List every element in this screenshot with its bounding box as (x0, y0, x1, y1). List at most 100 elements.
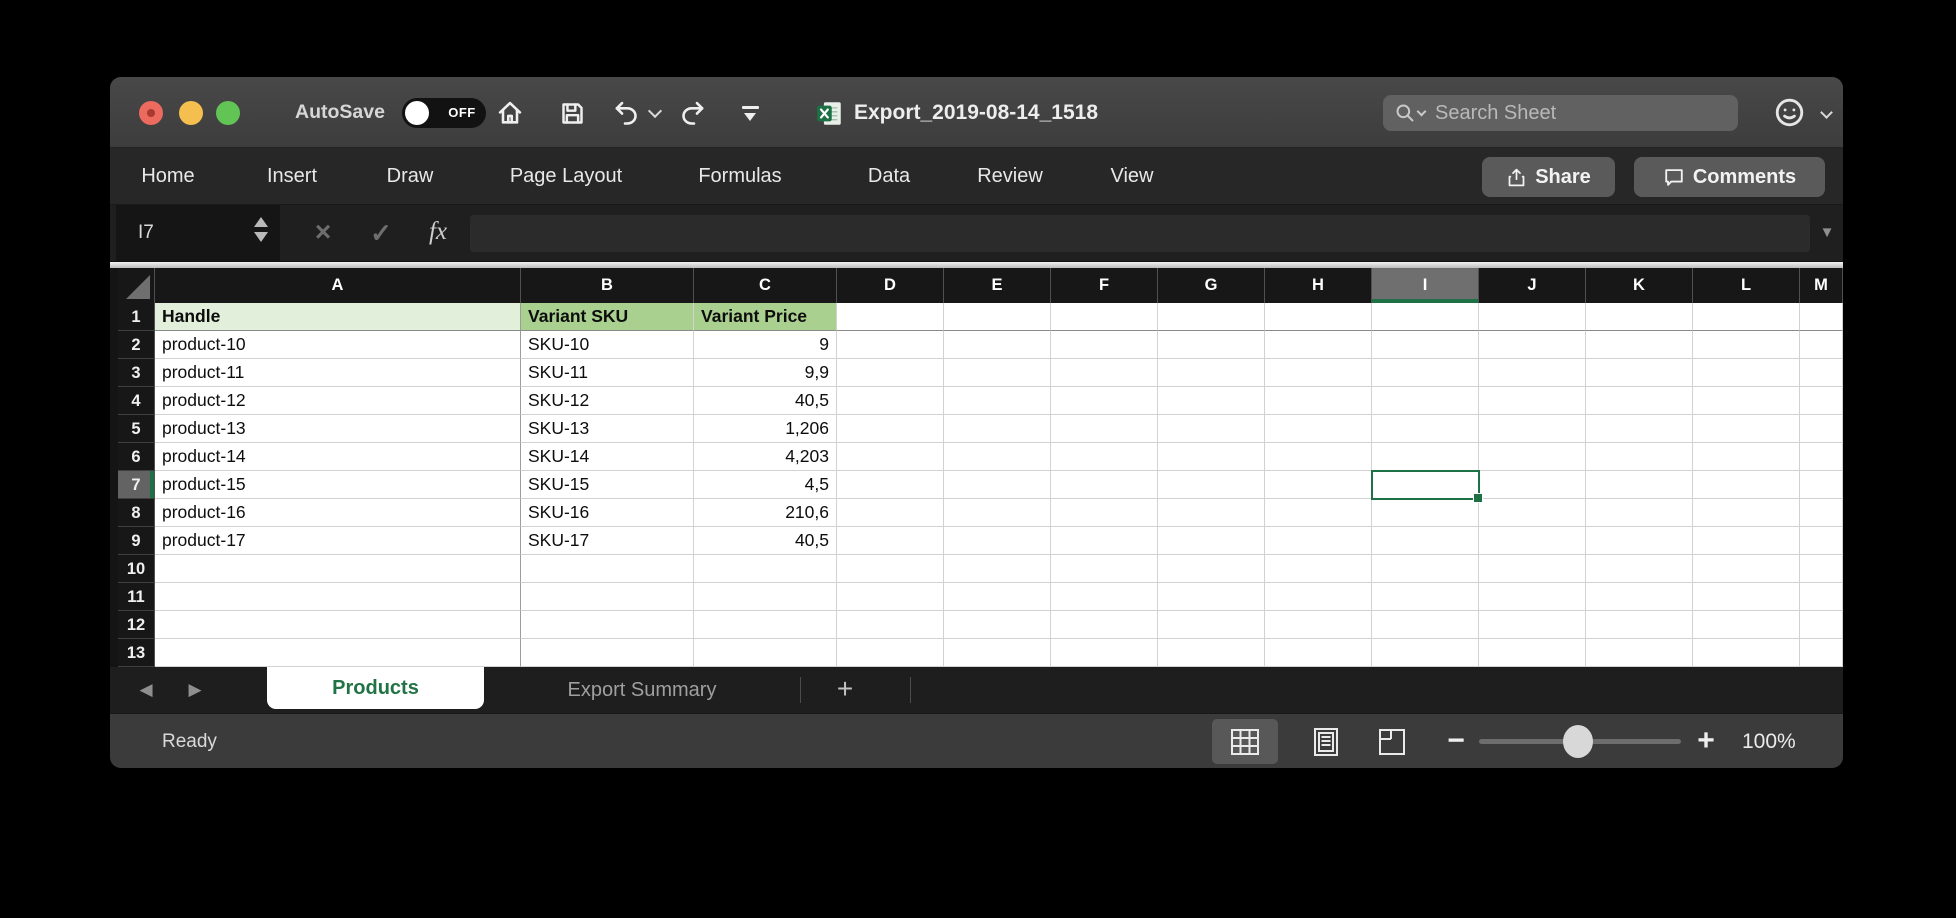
tab-home[interactable]: Home (141, 148, 194, 205)
cell-L5[interactable] (1693, 415, 1800, 443)
cell-A4[interactable]: product-12 (155, 387, 521, 415)
row-header-11[interactable]: 11 (118, 583, 155, 611)
cell-I5[interactable] (1372, 415, 1479, 443)
tab-review[interactable]: Review (977, 148, 1043, 205)
cell-J11[interactable] (1479, 583, 1586, 611)
cell-J1[interactable] (1479, 303, 1586, 331)
close-button[interactable] (139, 101, 163, 125)
cell-J8[interactable] (1479, 499, 1586, 527)
cell-J10[interactable] (1479, 555, 1586, 583)
more-commands-icon[interactable] (734, 97, 766, 129)
redo-icon[interactable] (678, 97, 710, 129)
cell-H13[interactable] (1265, 639, 1372, 667)
cell-C11[interactable] (694, 583, 837, 611)
row-header-6[interactable]: 6 (118, 443, 155, 471)
cell-G13[interactable] (1158, 639, 1265, 667)
cell-B9[interactable]: SKU-17 (521, 527, 694, 555)
cell-D13[interactable] (837, 639, 944, 667)
column-header-J[interactable]: J (1479, 268, 1586, 303)
cell-K5[interactable] (1586, 415, 1693, 443)
cell-L9[interactable] (1693, 527, 1800, 555)
cell-J2[interactable] (1479, 331, 1586, 359)
sheet-tab-export-summary[interactable]: Export Summary (484, 667, 800, 713)
cell-H5[interactable] (1265, 415, 1372, 443)
cell-H3[interactable] (1265, 359, 1372, 387)
cell-D10[interactable] (837, 555, 944, 583)
cell-K12[interactable] (1586, 611, 1693, 639)
cell-G7[interactable] (1158, 471, 1265, 499)
cell-L10[interactable] (1693, 555, 1800, 583)
cell-L4[interactable] (1693, 387, 1800, 415)
cell-E13[interactable] (944, 639, 1051, 667)
cell-H7[interactable] (1265, 471, 1372, 499)
cell-G1[interactable] (1158, 303, 1265, 331)
cell-C7[interactable]: 4,5 (694, 471, 837, 499)
cell-L8[interactable] (1693, 499, 1800, 527)
cell-G3[interactable] (1158, 359, 1265, 387)
tab-draw[interactable]: Draw (387, 148, 434, 205)
undo-menu-chevron-icon[interactable] (646, 97, 664, 129)
cell-J3[interactable] (1479, 359, 1586, 387)
cell-M11[interactable] (1800, 583, 1843, 611)
column-header-E[interactable]: E (944, 268, 1051, 303)
cell-M3[interactable] (1800, 359, 1843, 387)
column-header-A[interactable]: A (155, 268, 521, 303)
cell-M12[interactable] (1800, 611, 1843, 639)
cell-E6[interactable] (944, 443, 1051, 471)
tab-insert[interactable]: Insert (267, 148, 317, 205)
comments-button[interactable]: Comments (1634, 157, 1825, 197)
cell-C13[interactable] (694, 639, 837, 667)
row-header-10[interactable]: 10 (118, 555, 155, 583)
cell-M9[interactable] (1800, 527, 1843, 555)
cell-H9[interactable] (1265, 527, 1372, 555)
cell-F5[interactable] (1051, 415, 1158, 443)
cell-I12[interactable] (1372, 611, 1479, 639)
row-header-13[interactable]: 13 (118, 639, 155, 667)
cell-K13[interactable] (1586, 639, 1693, 667)
cell-I9[interactable] (1372, 527, 1479, 555)
cell-G5[interactable] (1158, 415, 1265, 443)
cell-B6[interactable]: SKU-14 (521, 443, 694, 471)
cell-H11[interactable] (1265, 583, 1372, 611)
cell-A2[interactable]: product-10 (155, 331, 521, 359)
name-box[interactable]: I7 (116, 205, 280, 261)
undo-icon[interactable] (609, 97, 641, 129)
cell-M5[interactable] (1800, 415, 1843, 443)
row-header-2[interactable]: 2 (118, 331, 155, 359)
add-sheet-button[interactable]: + (820, 667, 870, 713)
cell-H8[interactable] (1265, 499, 1372, 527)
cell-D8[interactable] (837, 499, 944, 527)
cell-M1[interactable] (1800, 303, 1843, 331)
cell-J9[interactable] (1479, 527, 1586, 555)
cell-F4[interactable] (1051, 387, 1158, 415)
cell-K3[interactable] (1586, 359, 1693, 387)
cell-D3[interactable] (837, 359, 944, 387)
cell-I8[interactable] (1372, 499, 1479, 527)
column-header-C[interactable]: C (694, 268, 837, 303)
cell-J5[interactable] (1479, 415, 1586, 443)
zoom-out-button[interactable]: − (1440, 714, 1472, 768)
cell-E7[interactable] (944, 471, 1051, 499)
cell-I10[interactable] (1372, 555, 1479, 583)
column-header-K[interactable]: K (1586, 268, 1693, 303)
cell-D4[interactable] (837, 387, 944, 415)
cell-L1[interactable] (1693, 303, 1800, 331)
cell-J4[interactable] (1479, 387, 1586, 415)
cell-I6[interactable] (1372, 443, 1479, 471)
feedback-chevron-icon[interactable] (1820, 106, 1833, 119)
cell-J12[interactable] (1479, 611, 1586, 639)
cell-F8[interactable] (1051, 499, 1158, 527)
cell-E1[interactable] (944, 303, 1051, 331)
cell-D9[interactable] (837, 527, 944, 555)
cell-C1[interactable]: Variant Price (694, 303, 837, 331)
cell-E11[interactable] (944, 583, 1051, 611)
cell-E8[interactable] (944, 499, 1051, 527)
cell-A13[interactable] (155, 639, 521, 667)
cell-C4[interactable]: 40,5 (694, 387, 837, 415)
cell-E5[interactable] (944, 415, 1051, 443)
cell-F3[interactable] (1051, 359, 1158, 387)
formula-input[interactable] (470, 215, 1810, 252)
cell-L6[interactable] (1693, 443, 1800, 471)
page-break-view-button[interactable] (1359, 719, 1425, 764)
autosave-toggle[interactable]: OFF (402, 98, 486, 128)
